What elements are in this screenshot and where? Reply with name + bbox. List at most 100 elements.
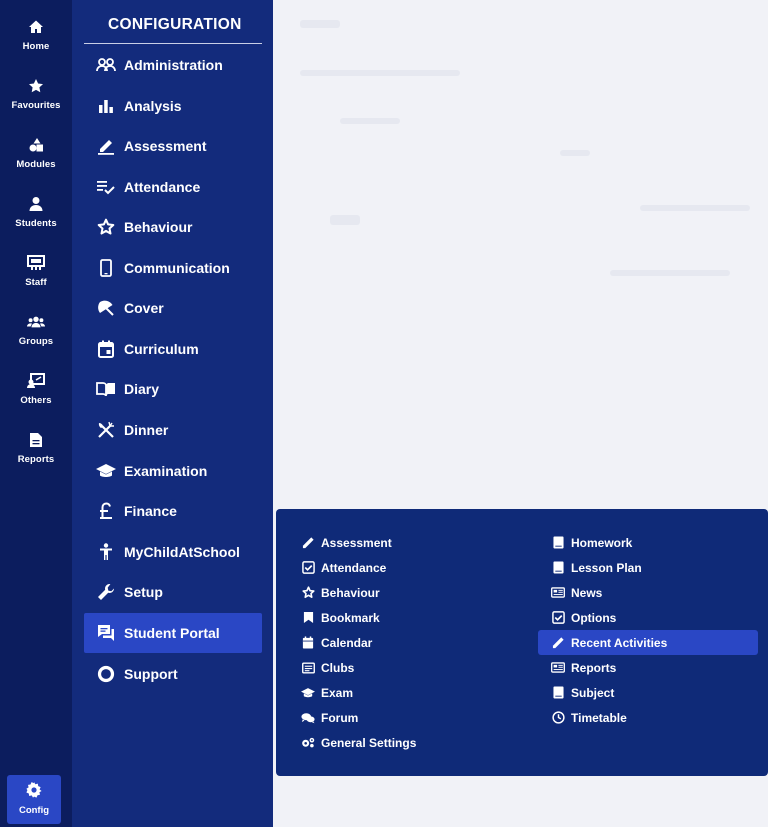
- rail-item-label: Others: [20, 395, 52, 406]
- menu-item-label: Dinner: [124, 422, 169, 438]
- menu-item-examination[interactable]: Examination: [84, 451, 262, 491]
- book-icon: [551, 561, 565, 575]
- submenu-item-assessment[interactable]: Assessment: [288, 530, 528, 555]
- rail-item-label: Config: [18, 805, 50, 816]
- checkbox-icon: [301, 561, 315, 575]
- submenu-item-lesson-plan[interactable]: Lesson Plan: [538, 555, 758, 580]
- gear-icon: [26, 782, 42, 798]
- menu-item-analysis[interactable]: Analysis: [84, 86, 262, 126]
- menu-item-cover[interactable]: Cover: [84, 288, 262, 328]
- rail-item-groups[interactable]: Groups: [0, 309, 72, 361]
- umbrella-icon: [96, 298, 116, 318]
- background-block: [300, 20, 340, 28]
- background-block: [330, 215, 360, 225]
- pencil-icon: [551, 636, 565, 650]
- submenu-item-homework[interactable]: Homework: [538, 530, 758, 555]
- graduation-cap-icon: [96, 461, 116, 481]
- submenu-item-label: Bookmark: [321, 610, 380, 625]
- submenu-item-calendar[interactable]: Calendar: [288, 630, 528, 655]
- rail-item-students[interactable]: Students: [0, 191, 72, 243]
- gears-icon: [301, 736, 315, 750]
- home-icon: [27, 18, 45, 36]
- menu-item-label: MyChildAtSchool: [124, 544, 240, 560]
- submenu-item-news[interactable]: News: [538, 580, 758, 605]
- menu-item-communication[interactable]: Communication: [84, 248, 262, 288]
- graduation-cap-icon: [301, 686, 315, 700]
- rail-item-others[interactable]: Others: [0, 368, 72, 420]
- menu-item-finance[interactable]: Finance: [84, 491, 262, 531]
- menu-item-support[interactable]: Support: [84, 654, 262, 694]
- menu-item-label: Assessment: [124, 138, 207, 154]
- background-block: [560, 150, 590, 156]
- star-icon: [27, 77, 45, 95]
- menu-item-label: Examination: [124, 463, 208, 479]
- configuration-panel: CONFIGURATION Administration Analysis As…: [72, 0, 273, 827]
- submenu-item-label: Clubs: [321, 660, 355, 675]
- book-icon: [551, 536, 565, 550]
- rail-item-home[interactable]: Home: [0, 14, 72, 66]
- others-icon: [27, 372, 45, 390]
- rail-item-favourites[interactable]: Favourites: [0, 73, 72, 125]
- menu-item-label: Analysis: [124, 98, 182, 114]
- menu-item-attendance[interactable]: Attendance: [84, 167, 262, 207]
- submenu-item-bookmark[interactable]: Bookmark: [288, 605, 528, 630]
- menu-item-administration[interactable]: Administration: [84, 45, 262, 85]
- menu-item-label: Behaviour: [124, 219, 193, 235]
- calendar-icon: [301, 636, 315, 650]
- menu-item-diary[interactable]: Diary: [84, 369, 262, 409]
- submenu-item-exam[interactable]: Exam: [288, 680, 528, 705]
- submenu-item-options[interactable]: Options: [538, 605, 758, 630]
- background-block: [300, 70, 460, 76]
- rail-item-label: Modules: [16, 159, 56, 170]
- chat-icon: [96, 623, 116, 643]
- main-nav-rail: Home Favourites Modules Students Staff G…: [0, 0, 72, 827]
- submenu-item-subject[interactable]: Subject: [538, 680, 758, 705]
- submenu-item-reports[interactable]: Reports: [538, 655, 758, 680]
- rail-item-modules[interactable]: Modules: [0, 132, 72, 184]
- menu-item-mychildatschool[interactable]: MyChildAtSchool: [84, 532, 262, 572]
- clock-icon: [551, 711, 565, 725]
- book-icon: [551, 686, 565, 700]
- submenu-item-behaviour[interactable]: Behaviour: [288, 580, 528, 605]
- rail-item-label: Groups: [18, 336, 54, 347]
- menu-item-student-portal[interactable]: Student Portal: [84, 613, 262, 653]
- checklist-icon: [96, 177, 116, 197]
- panel-title: CONFIGURATION: [108, 16, 242, 33]
- person-icon: [27, 195, 45, 213]
- newspaper-icon: [551, 661, 565, 675]
- menu-item-label: Communication: [124, 260, 230, 276]
- divider: [84, 43, 262, 44]
- star-outline-icon: [301, 586, 315, 600]
- phone-icon: [96, 258, 116, 278]
- rail-item-label: Home: [22, 41, 50, 52]
- list-box-icon: [301, 661, 315, 675]
- menu-item-dinner[interactable]: Dinner: [84, 410, 262, 450]
- modules-icon: [27, 136, 45, 154]
- submenu-item-label: Options: [571, 610, 617, 625]
- newspaper-icon: [551, 586, 565, 600]
- rail-item-reports[interactable]: Reports: [0, 427, 72, 479]
- submenu-item-clubs[interactable]: Clubs: [288, 655, 528, 680]
- menu-item-label: Setup: [124, 584, 163, 600]
- submenu-item-forum[interactable]: Forum: [288, 705, 528, 730]
- menu-item-setup[interactable]: Setup: [84, 572, 262, 612]
- rail-item-config[interactable]: Config: [7, 775, 61, 824]
- menu-item-curriculum[interactable]: Curriculum: [84, 329, 262, 369]
- menu-item-assessment[interactable]: Assessment: [84, 126, 262, 166]
- checkbox-icon: [551, 611, 565, 625]
- submenu-item-recent-activities[interactable]: Recent Activities: [538, 630, 758, 655]
- menu-item-label: Administration: [124, 57, 223, 73]
- rail-item-label: Staff: [25, 277, 47, 288]
- submenu-item-label: Behaviour: [321, 585, 380, 600]
- submenu-item-label: General Settings: [321, 735, 417, 750]
- bar-chart-icon: [96, 96, 116, 116]
- menu-item-behaviour[interactable]: Behaviour: [84, 207, 262, 247]
- submenu-item-attendance[interactable]: Attendance: [288, 555, 528, 580]
- submenu-item-label: Exam: [321, 685, 354, 700]
- menu-item-label: Cover: [124, 300, 164, 316]
- submenu-item-timetable[interactable]: Timetable: [538, 705, 758, 730]
- submenu-item-general-settings[interactable]: General Settings: [288, 730, 528, 755]
- rail-item-staff[interactable]: Staff: [0, 250, 72, 302]
- menu-item-label: Diary: [124, 381, 160, 397]
- background-block: [340, 118, 400, 124]
